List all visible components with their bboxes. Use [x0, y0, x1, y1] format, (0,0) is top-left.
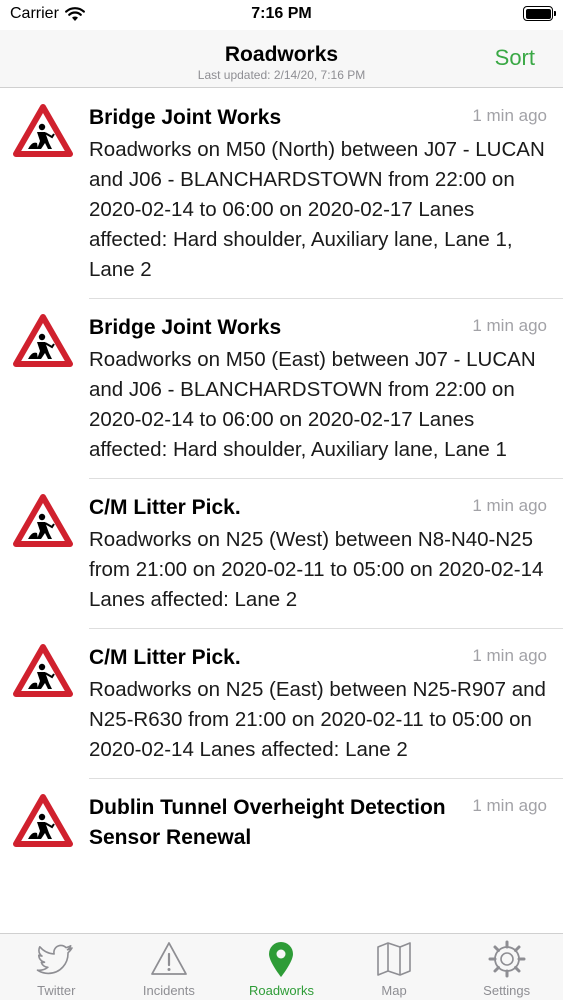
page-title: Roadworks	[224, 43, 339, 66]
item-title: Bridge Joint Works	[89, 106, 282, 129]
warning-triangle-icon	[150, 942, 187, 975]
battery-icon	[523, 6, 556, 21]
item-title: Dublin Tunnel Overheight Detection Senso…	[89, 796, 446, 849]
item-description: Roadworks on N25 (West) between N8-N40-N…	[89, 528, 544, 611]
item-time: 1 min ago	[472, 646, 547, 665]
item-time: 1 min ago	[472, 316, 547, 335]
map-icon	[377, 942, 411, 976]
tab-bar: Twitter Incidents Roadworks Map Settings	[0, 933, 563, 1000]
status-time: 7:16 PM	[251, 5, 312, 22]
navigation-bar: Roadworks Last updated: 2/14/20, 7:16 PM…	[0, 30, 563, 88]
gear-icon	[488, 940, 526, 978]
roadworks-sign-icon	[13, 104, 73, 157]
tab-map[interactable]: Map	[338, 934, 451, 1000]
item-description: Roadworks on N25 (East) between N25-R907…	[89, 678, 546, 761]
roadworks-sign-icon	[13, 494, 73, 547]
tab-label: Twitter	[37, 983, 76, 998]
item-time: 1 min ago	[472, 496, 547, 515]
tab-label: Roadworks	[248, 983, 314, 998]
tab-settings[interactable]: Settings	[450, 934, 563, 1000]
item-time: 1 min ago	[472, 106, 547, 125]
list-item[interactable]: Bridge Joint Works 1 min ago Roadworks o…	[0, 299, 563, 479]
list-item[interactable]: C/M Litter Pick. 1 min ago Roadworks on …	[0, 479, 563, 629]
tab-label: Incidents	[142, 983, 195, 998]
tab-label: Map	[381, 983, 407, 998]
roadworks-sign-icon	[13, 794, 73, 847]
roadworks-sign-icon	[13, 314, 73, 367]
item-time: 1 min ago	[472, 796, 547, 815]
item-title: C/M Litter Pick.	[89, 646, 241, 669]
tab-label: Settings	[483, 983, 531, 998]
last-updated-label: Last updated: 2/14/20, 7:16 PM	[197, 68, 366, 82]
item-description: Roadworks on M50 (East) between J07 - LU…	[89, 348, 536, 461]
list-item[interactable]: Dublin Tunnel Overheight Detection Senso…	[0, 779, 563, 869]
roadworks-list[interactable]: Bridge Joint Works 1 min ago Roadworks o…	[0, 89, 563, 933]
twitter-bird-icon	[36, 944, 74, 975]
list-item[interactable]: C/M Litter Pick. 1 min ago Roadworks on …	[0, 629, 563, 779]
roadworks-sign-icon	[13, 644, 73, 697]
list-item[interactable]: Bridge Joint Works 1 min ago Roadworks o…	[0, 89, 563, 299]
map-pin-icon	[269, 942, 294, 977]
sort-button[interactable]: Sort	[495, 45, 535, 71]
item-title: Bridge Joint Works	[89, 316, 282, 339]
tab-roadworks[interactable]: Roadworks	[225, 934, 338, 1000]
status-bar: Carrier 7:16 PM	[0, 0, 563, 30]
item-title: C/M Litter Pick.	[89, 496, 241, 519]
item-description: Roadworks on M50 (North) between J07 - L…	[89, 138, 545, 281]
tab-twitter[interactable]: Twitter	[0, 934, 113, 1000]
tab-incidents[interactable]: Incidents	[113, 934, 226, 1000]
